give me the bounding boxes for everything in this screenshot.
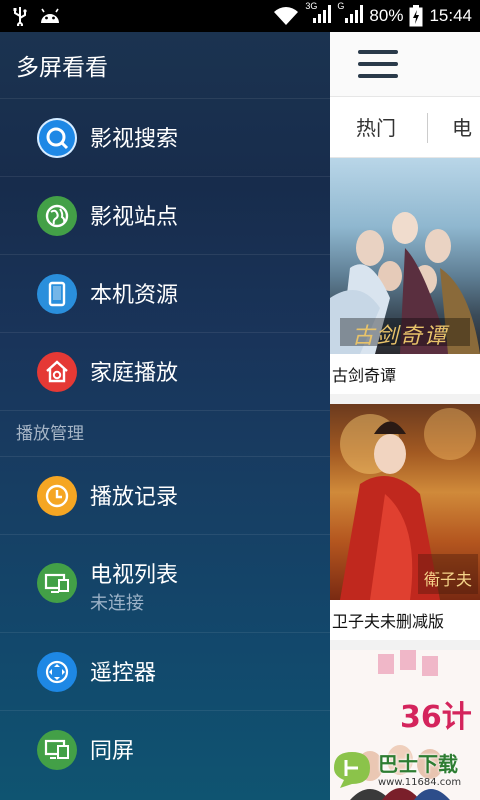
connection-status: 未连接 (90, 593, 144, 614)
poster-image[interactable]: 古剑奇谭 (330, 158, 480, 354)
signal-g-icon: G (337, 1, 364, 28)
globe-icon (37, 196, 77, 236)
menu-item-label: 播放记录 (90, 485, 179, 510)
drawer-title: 多屏看看 (16, 55, 108, 81)
poster-divider (330, 640, 480, 650)
battery-percent: 80% (369, 6, 404, 25)
tab-movie[interactable]: 电影 (452, 97, 480, 202)
android-icon (38, 7, 62, 25)
watermark-brand: 巴士下载 (378, 752, 458, 776)
tab-divider (427, 113, 428, 143)
remote-icon (37, 652, 77, 692)
menu-item-label: 家庭播放 (90, 361, 179, 386)
phone-icon (37, 274, 77, 314)
menu-icon[interactable] (358, 50, 398, 78)
watermark: 巴士下载 www.11684.com (330, 736, 480, 800)
wifi-icon (273, 6, 299, 26)
menu-item-label: 电视列表 (90, 563, 179, 588)
menu-item-label: 遥控器 (90, 661, 157, 686)
menu-item-label: 本机资源 (90, 283, 179, 308)
menu-item-home-play[interactable]: 家庭播放 (0, 332, 330, 410)
tab-hot[interactable]: 热门 (356, 97, 396, 159)
clock-time: 15:44 (429, 6, 472, 25)
menu-item-label: 影视搜索 (90, 127, 179, 152)
usb-icon (12, 6, 28, 26)
search-icon (37, 118, 77, 158)
tv-icon (37, 563, 77, 603)
main-content: 热门 电影 古剑奇谭 古剑奇谭 衛子夫 (330, 32, 480, 800)
poster-image[interactable]: 衛子夫 (330, 404, 480, 600)
network-3g-label: 3G (305, 0, 318, 11)
category-tabs: 热门 电影 (330, 96, 480, 202)
poster-divider (330, 394, 480, 404)
poster-art-text: 古剑奇谭 (352, 324, 449, 349)
poster-title[interactable]: 卫子夫未删减版 (332, 608, 444, 632)
watermark-url: www.11684.com (378, 777, 462, 788)
battery-charging-icon (409, 5, 423, 27)
section-header-play-management: 播放管理 (0, 410, 330, 456)
home-icon (37, 352, 77, 392)
signal-3g-icon: 3G (305, 1, 332, 28)
menu-item-video-search[interactable]: 影视搜索 (0, 98, 330, 176)
menu-item-play-history[interactable]: 播放记录 (0, 456, 330, 534)
navigation-drawer: 多屏看看 影视搜索 影视站点 本机资源 家庭播放 播放管理 播放记录 电视列表 … (0, 32, 330, 800)
poster-title[interactable]: 古剑奇谭 (332, 362, 396, 386)
clock-icon (37, 476, 77, 516)
menu-item-remote-control[interactable]: 遥控器 (0, 632, 330, 710)
poster-art-text: 衛子夫 (424, 570, 473, 589)
menu-item-tv-list[interactable]: 电视列表 未连接 (0, 534, 330, 632)
watermark-logo-icon (334, 752, 370, 788)
screen-mirror-icon (37, 730, 77, 770)
status-bar: 3G G 80% 15:44 (0, 0, 480, 32)
top-bar (330, 32, 480, 96)
menu-item-label: 同屏 (90, 739, 135, 764)
menu-item-local-resources[interactable]: 本机资源 (0, 254, 330, 332)
network-g-label: G (337, 0, 345, 11)
poster-art-text: 36计 (400, 700, 472, 735)
menu-item-screen-mirror[interactable]: 同屏 (0, 710, 330, 800)
menu-item-label: 影视站点 (90, 205, 179, 230)
menu-item-video-sites[interactable]: 影视站点 (0, 176, 330, 254)
